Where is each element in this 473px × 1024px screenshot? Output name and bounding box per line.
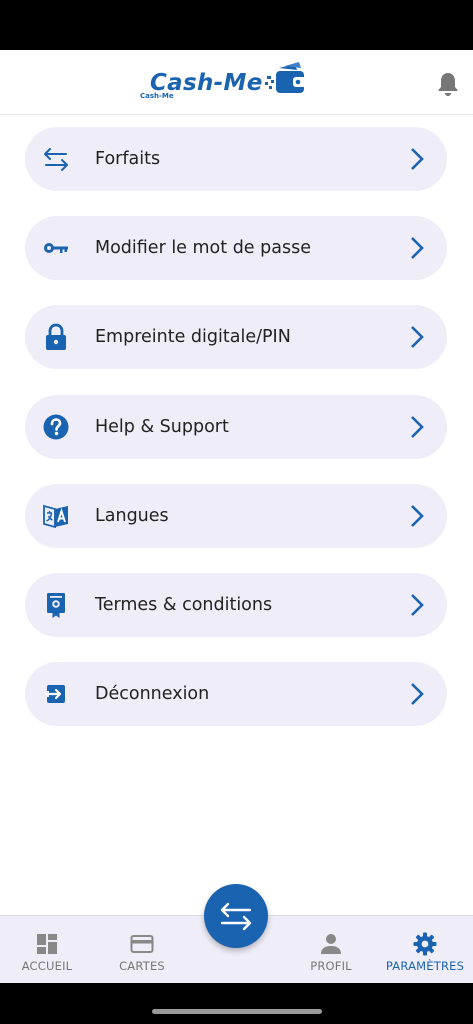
menu-item-help-support[interactable]: Help & Support (25, 395, 447, 459)
nav-item-settings[interactable]: PARAMÈTRES (378, 916, 472, 984)
nav-label: ACCUEIL (21, 959, 73, 973)
transfer-arrows-icon (220, 902, 252, 931)
nav-label: CARTES (119, 959, 165, 973)
status-bar (0, 0, 473, 50)
menu-item-label: Help & Support (95, 417, 229, 437)
key-icon (42, 234, 70, 262)
transfer-fab-button[interactable] (204, 884, 268, 948)
card-icon (130, 932, 154, 956)
wallet-logo-icon (264, 62, 311, 104)
logo-subtext: Cash-Me (140, 92, 174, 100)
settings-menu: Forfaits Modifier le mot de passe Emprei… (0, 115, 473, 915)
nav-item-cards[interactable]: CARTES (95, 916, 189, 984)
menu-item-label: Termes & conditions (95, 595, 273, 615)
chevron-right-icon (409, 593, 425, 617)
nav-item-profile[interactable]: PROFIL (284, 916, 378, 984)
chevron-right-icon (409, 147, 425, 171)
menu-item-label: Langues (95, 506, 169, 526)
menu-item-label: Forfaits (95, 149, 161, 169)
nav-item-home[interactable]: ACCUEIL (0, 916, 94, 984)
menu-item-label: Déconnexion (95, 684, 210, 704)
translate-icon (42, 502, 70, 530)
app-screen: Cash-Me Cash-Me Forfaits Modifier le mot… (0, 0, 473, 1024)
menu-item-change-password[interactable]: Modifier le mot de passe (25, 216, 447, 280)
chevron-right-icon (409, 325, 425, 349)
chevron-right-icon (409, 415, 425, 439)
home-indicator[interactable] (152, 1009, 322, 1014)
help-circle-icon (42, 413, 70, 441)
menu-item-label: Empreinte digitale/PIN (95, 327, 291, 347)
chevron-right-icon (409, 236, 425, 260)
lock-icon (42, 323, 70, 351)
nav-label: PROFIL (310, 959, 352, 973)
nav-label: PARAMÈTRES (385, 959, 465, 973)
person-icon (319, 932, 343, 956)
app-header: Cash-Me Cash-Me (0, 50, 473, 115)
certificate-icon (42, 591, 70, 619)
logout-icon (42, 680, 70, 708)
transfer-arrows-icon (42, 145, 70, 173)
menu-item-fingerprint-pin[interactable]: Empreinte digitale/PIN (25, 305, 447, 369)
menu-item-terms-conditions[interactable]: Termes & conditions (25, 573, 447, 637)
gear-icon (413, 932, 437, 956)
menu-item-forfaits[interactable]: Forfaits (25, 127, 447, 191)
app-logo: Cash-Me (150, 62, 311, 104)
chevron-right-icon (409, 504, 425, 528)
menu-item-languages[interactable]: Langues (25, 484, 447, 548)
bell-icon[interactable] (436, 71, 460, 97)
chevron-right-icon (409, 682, 425, 706)
dashboard-icon (35, 932, 59, 956)
menu-item-logout[interactable]: Déconnexion (25, 662, 447, 726)
menu-item-label: Modifier le mot de passe (95, 238, 311, 258)
system-navigation-bar (0, 983, 473, 1024)
